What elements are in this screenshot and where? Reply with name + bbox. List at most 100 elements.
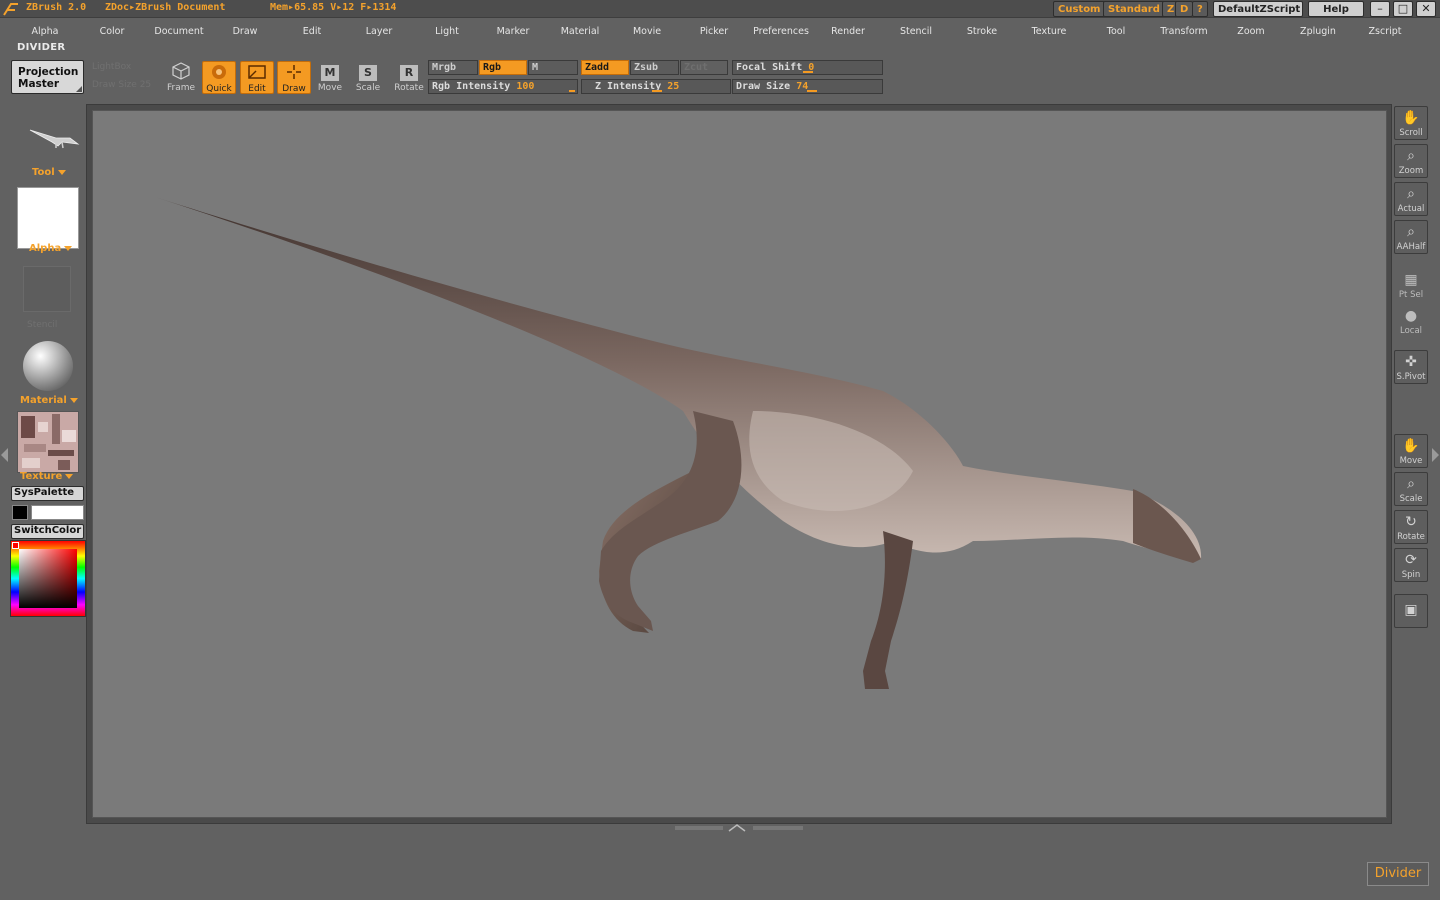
menu-picker[interactable]: Picker [700, 26, 728, 37]
frame-button[interactable]: Frame [164, 61, 198, 94]
texture-dropdown[interactable]: Texture [20, 471, 74, 482]
menu-transform[interactable]: Transform [1160, 26, 1207, 37]
menu-texture[interactable]: Texture [1032, 26, 1067, 37]
menu-movie[interactable]: Movie [633, 26, 661, 37]
menu-zoom[interactable]: Zoom [1237, 26, 1264, 37]
menu-document[interactable]: Document [154, 26, 203, 37]
mrgb-toggle[interactable]: Mrgb [428, 60, 478, 75]
default-zscript-button[interactable]: DefaultZScript [1213, 1, 1303, 17]
document-title[interactable]: ZDoc▸ZBrush Document [105, 2, 225, 13]
menu-light[interactable]: Light [435, 26, 459, 37]
scale-view-button[interactable]: ⌕ Scale [1394, 472, 1428, 506]
dropdown-arrow-icon [65, 473, 74, 479]
pt-sel-button[interactable]: ▦ Pt Sel [1394, 268, 1428, 302]
hue-marker[interactable] [12, 542, 19, 549]
projection-master-line2: Master [18, 78, 60, 90]
rotate-view-button[interactable]: ↻ Rotate [1394, 510, 1428, 544]
quick-brush-icon [203, 62, 235, 84]
color-picker[interactable] [10, 540, 86, 617]
move-view-button[interactable]: ✋ Move [1394, 434, 1428, 468]
right-tray-arrow-icon[interactable] [1432, 448, 1439, 462]
aahalf-icon: ⌕ [1407, 224, 1415, 240]
dropdown-arrow-icon [69, 397, 78, 403]
menu-preferences[interactable]: Preferences [753, 26, 809, 37]
z-intensity-slider[interactable]: Z Intensity 25 [581, 79, 731, 94]
slider-knob [652, 90, 662, 92]
alpha-swatch[interactable] [17, 187, 79, 249]
tool-thumbnail[interactable] [26, 122, 82, 154]
help-question-button[interactable]: ? [1192, 1, 1208, 17]
menu-zscript[interactable]: Zscript [1369, 26, 1402, 37]
d-button[interactable]: D [1175, 1, 1194, 17]
left-tray-arrow-icon[interactable] [1, 448, 8, 462]
m-toggle[interactable]: M [528, 60, 578, 75]
help-button[interactable]: Help [1308, 1, 1364, 17]
alpha-dropdown[interactable]: Alpha [29, 243, 73, 254]
local-button[interactable]: ● Local [1394, 304, 1428, 338]
menu-alpha[interactable]: Alpha [31, 26, 58, 37]
draw-crosshair-icon [278, 62, 310, 84]
syspalette-button[interactable]: SysPalette [11, 486, 84, 501]
zsub-toggle[interactable]: Zsub [630, 60, 679, 75]
scroll-button[interactable]: ✋ Scroll [1394, 106, 1428, 140]
move-button[interactable]: M Move [313, 61, 347, 94]
actual-button[interactable]: ⌕ Actual [1394, 182, 1428, 216]
material-sphere[interactable] [23, 341, 73, 391]
menu-marker[interactable]: Marker [497, 26, 530, 37]
menu-material[interactable]: Material [561, 26, 600, 37]
tool-dropdown[interactable]: Tool [32, 167, 66, 178]
secondary-color-swatch[interactable] [12, 505, 28, 520]
stencil-ghost-label: Stencil [27, 320, 58, 330]
draw-button[interactable]: Draw [277, 61, 311, 94]
menu-layer[interactable]: Layer [366, 26, 393, 37]
edit-button[interactable]: Edit [240, 61, 274, 94]
app-title: ZBrush 2.0 [26, 2, 87, 13]
rgb-intensity-slider[interactable]: Rgb Intensity 100 [428, 79, 578, 94]
zoom-button[interactable]: ⌕ Zoom [1394, 144, 1428, 178]
move-hand-icon: ✋ [1402, 438, 1420, 454]
grid-icon: ▦ [1404, 272, 1418, 288]
zoom-icon: ⌕ [1407, 148, 1415, 164]
menu-edit[interactable]: Edit [303, 26, 321, 37]
aahalf-button[interactable]: ⌕ AAHalf [1394, 220, 1428, 254]
rotate-icon: ↻ [1405, 514, 1417, 530]
spin-button[interactable]: ⟳ Spin [1394, 548, 1428, 582]
rotate-r-icon: R [392, 61, 426, 83]
rgb-toggle[interactable]: Rgb [479, 60, 527, 75]
document-canvas[interactable] [92, 110, 1387, 818]
menu-color[interactable]: Color [100, 26, 125, 37]
main-color-swatch[interactable] [31, 505, 84, 520]
s-pivot-button[interactable]: ✜ S.Pivot [1394, 350, 1428, 384]
scale-button[interactable]: S Scale [351, 61, 385, 94]
menu-zplugin[interactable]: Zplugin [1300, 26, 1336, 37]
close-button[interactable]: ✕ [1416, 1, 1436, 17]
draw-size-slider[interactable]: Draw Size 74 [732, 79, 883, 94]
edit-frame-icon [241, 62, 273, 84]
projection-master-button[interactable]: Projection Master [11, 60, 84, 94]
minimize-button[interactable]: – [1370, 1, 1390, 17]
texture-thumbnail[interactable] [17, 411, 79, 473]
switchcolor-button[interactable]: SwitchColor [11, 524, 84, 539]
menu-stroke[interactable]: Stroke [967, 26, 997, 37]
menu-tool[interactable]: Tool [1107, 26, 1125, 37]
rotate-button[interactable]: R Rotate [392, 61, 426, 94]
stencil-thumbnail[interactable] [23, 266, 71, 312]
custom-button[interactable]: Custom [1053, 1, 1106, 17]
menu-stencil[interactable]: Stencil [900, 26, 932, 37]
standard-button[interactable]: Standard [1103, 1, 1165, 17]
snapshot-button[interactable]: ▣ [1394, 594, 1428, 628]
divider-button[interactable]: Divider [1367, 862, 1429, 886]
zcut-toggle[interactable]: Zcut [680, 60, 728, 75]
menu-draw[interactable]: Draw [233, 26, 258, 37]
divider-label: DIVIDER [17, 42, 66, 53]
dropdown-arrow-icon [57, 169, 66, 175]
draw-size-ghost: Draw Size 25 [92, 80, 152, 90]
saturation-value-square[interactable] [19, 549, 77, 608]
menu-render[interactable]: Render [831, 26, 865, 37]
quick-button[interactable]: Quick [202, 61, 236, 94]
material-dropdown[interactable]: Material [20, 395, 78, 406]
canvas-bottom-handle[interactable] [675, 824, 803, 832]
zadd-toggle[interactable]: Zadd [581, 60, 629, 75]
focal-shift-slider[interactable]: Focal Shift 0 [732, 60, 883, 75]
maximize-button[interactable]: □ [1393, 1, 1413, 17]
